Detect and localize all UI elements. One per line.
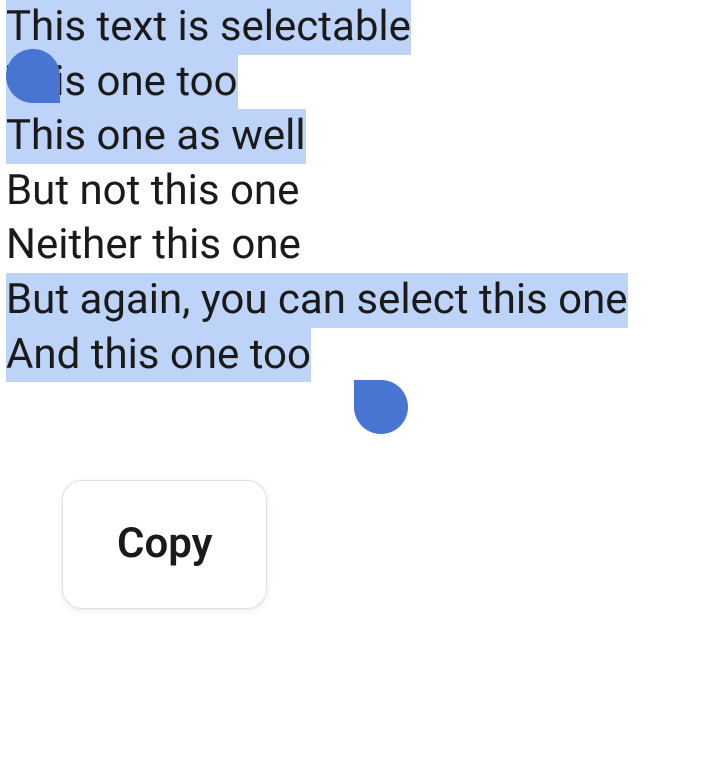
text-line-selectable[interactable]: And this one too [6,328,311,383]
text-line-selectable[interactable]: But again, you can select this one [6,273,628,328]
selection-handle-end-icon[interactable] [354,380,408,434]
text-line-unselectable[interactable]: Neither this one [6,218,301,273]
text-line-unselectable[interactable]: But not this one [6,164,299,219]
selection-handle-start-icon[interactable] [6,49,60,103]
text-line-selectable[interactable]: This text is selectable [6,0,411,55]
copy-button[interactable]: Copy [117,519,212,568]
context-menu-popup: Copy [62,480,267,609]
text-content[interactable]: This text is selectable This one too Thi… [0,0,724,382]
text-line-selectable[interactable]: This one as well [6,109,306,164]
